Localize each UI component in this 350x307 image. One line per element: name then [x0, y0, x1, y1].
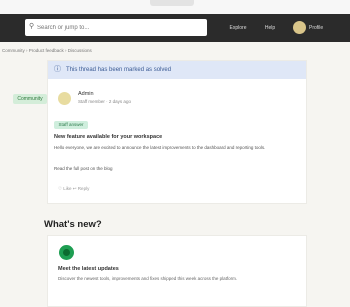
post-body: Hello everyone, we are excited to announ… — [54, 145, 266, 150]
solved-notice-banner: ⓘ This thread has been marked as solved — [48, 61, 306, 79]
post-card: ⓘ This thread has been marked as solved — [47, 60, 307, 204]
user-avatar[interactable] — [293, 21, 306, 34]
author-name[interactable]: Admin — [78, 91, 94, 97]
browser-tab-strip — [0, 0, 350, 14]
user-menu-label[interactable]: Profile — [309, 23, 323, 33]
info-icon: ⓘ — [54, 66, 61, 73]
update-card-body: Discover the newest tools, improvements … — [58, 276, 238, 281]
post-actions[interactable]: ♡ Like ↩ Reply — [58, 186, 89, 192]
browser-tab[interactable] — [150, 0, 194, 6]
status-badge: Staff answer — [54, 121, 88, 129]
update-icon-center — [63, 249, 70, 256]
author-meta: Staff member · 2 days ago — [78, 99, 131, 104]
nav-explore-button[interactable]: Explore — [222, 23, 254, 33]
update-card-title[interactable]: Meet the latest updates — [58, 266, 119, 272]
breadcrumb[interactable]: Community › Product feedback › Discussio… — [0, 47, 350, 55]
nav-help-button[interactable]: Help — [258, 23, 282, 33]
author-avatar[interactable] — [58, 92, 71, 105]
search-bar[interactable] — [25, 19, 207, 36]
read-more-link[interactable]: Read the full post on the blog — [54, 166, 113, 171]
search-input[interactable] — [37, 24, 197, 31]
top-navigation-bar: Explore Help Profile — [0, 14, 350, 42]
notice-text: This thread has been marked as solved — [66, 67, 172, 73]
post-title: New feature available for your workspace — [54, 134, 163, 140]
author-role-badge: Community — [13, 94, 47, 104]
section-title: What's new? — [44, 219, 102, 230]
search-icon: ⚲ — [29, 23, 35, 30]
